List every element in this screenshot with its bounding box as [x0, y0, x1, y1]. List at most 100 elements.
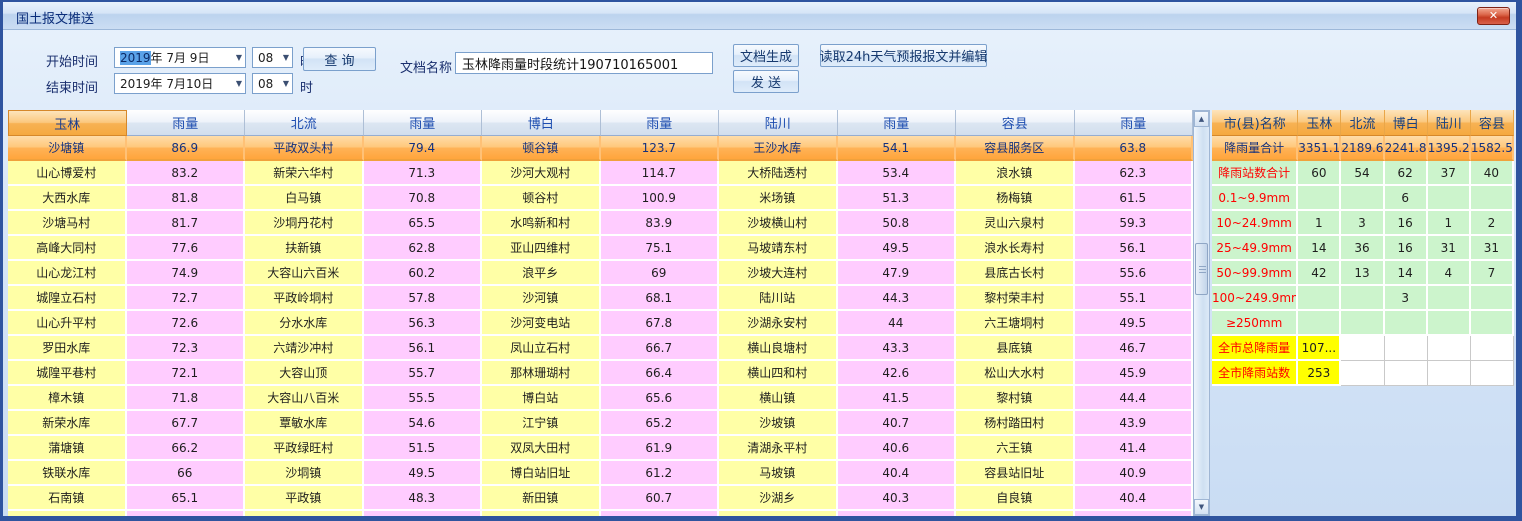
- cell-rain-value[interactable]: [838, 511, 957, 516]
- cell-site-name[interactable]: 沙坡横山村: [719, 211, 838, 236]
- column-header-rainfall[interactable]: 雨量: [838, 110, 957, 136]
- cell-rain-value[interactable]: 72.6: [127, 311, 246, 336]
- cell-rain-value[interactable]: 55.7: [364, 361, 483, 386]
- start-hour-select[interactable]: 08 ▼: [252, 47, 293, 68]
- cell-rain-value[interactable]: 72.3: [127, 336, 246, 361]
- cell-site-name[interactable]: 马坡镇: [719, 461, 838, 486]
- cell-rain-value[interactable]: 53.4: [838, 161, 957, 186]
- cell-rain-value[interactable]: 56.1: [364, 336, 483, 361]
- cell-rain-value[interactable]: 71.3: [364, 161, 483, 186]
- cell-rain-value[interactable]: [364, 511, 483, 516]
- cell-site-name[interactable]: 六王塘垌村: [956, 311, 1075, 336]
- cell-site-name[interactable]: 大容山八百米: [245, 386, 364, 411]
- end-hour-select[interactable]: 08 ▼: [252, 73, 293, 94]
- cell-rain-value[interactable]: 40.4: [838, 461, 957, 486]
- cell-site-name[interactable]: 容县站旧址: [956, 461, 1075, 486]
- cell-site-name[interactable]: [245, 511, 364, 516]
- cell-site-name[interactable]: 城隍立石村: [8, 286, 127, 311]
- cell-site-name[interactable]: 樟木镇: [8, 386, 127, 411]
- cell-site-name[interactable]: 陆川站: [719, 286, 838, 311]
- cell-site-name[interactable]: 沙垌丹花村: [245, 211, 364, 236]
- cell-site-name[interactable]: [482, 511, 601, 516]
- cell-rain-value[interactable]: 83.9: [601, 211, 720, 236]
- cell-site-name[interactable]: 沙河大观村: [482, 161, 601, 186]
- cell-rain-value[interactable]: 50.8: [838, 211, 957, 236]
- cell-site-name[interactable]: 大西水库: [8, 186, 127, 211]
- cell-site-name[interactable]: 分水水库: [245, 311, 364, 336]
- scroll-down-button[interactable]: ▼: [1194, 499, 1209, 515]
- cell-rain-value[interactable]: 79.4: [364, 136, 483, 161]
- cell-site-name[interactable]: 顿谷村: [482, 186, 601, 211]
- cell-rain-value[interactable]: 40.4: [1075, 486, 1194, 511]
- table-row-selected[interactable]: 沙塘镇86.9平政双头村79.4顿谷镇123.7王沙水库54.1容县服务区63.…: [8, 136, 1193, 161]
- cell-rain-value[interactable]: 44.3: [838, 286, 957, 311]
- column-header-district[interactable]: 容县: [956, 110, 1075, 136]
- cell-site-name[interactable]: 平政绿旺村: [245, 436, 364, 461]
- cell-rain-value[interactable]: 77.6: [127, 236, 246, 261]
- cell-site-name[interactable]: 大容山顶: [245, 361, 364, 386]
- cell-rain-value[interactable]: [127, 511, 246, 516]
- cell-rain-value[interactable]: 62.8: [364, 236, 483, 261]
- cell-site-name[interactable]: 浪水长寿村: [956, 236, 1075, 261]
- column-header-rainfall[interactable]: 雨量: [364, 110, 483, 136]
- cell-rain-value[interactable]: 47.9: [838, 261, 957, 286]
- cell-rain-value[interactable]: 86.9: [127, 136, 246, 161]
- cell-rain-value[interactable]: 72.1: [127, 361, 246, 386]
- table-row[interactable]: 罗田水库72.3六靖沙冲村56.1凤山立石村66.7横山良塘村43.3县底镇46…: [8, 336, 1193, 361]
- cell-rain-value[interactable]: 49.5: [364, 461, 483, 486]
- cell-rain-value[interactable]: 61.5: [1075, 186, 1194, 211]
- cell-site-name[interactable]: 铁联水库: [8, 461, 127, 486]
- cell-rain-value[interactable]: 66.2: [127, 436, 246, 461]
- cell-rain-value[interactable]: 54.6: [364, 411, 483, 436]
- cell-rain-value[interactable]: 100.9: [601, 186, 720, 211]
- cell-site-name[interactable]: 横山四和村: [719, 361, 838, 386]
- cell-site-name[interactable]: 沙湖永安村: [719, 311, 838, 336]
- cell-site-name[interactable]: 亚山四维村: [482, 236, 601, 261]
- cell-site-name[interactable]: 杨梅镇: [956, 186, 1075, 211]
- cell-site-name[interactable]: 平政双头村: [245, 136, 364, 161]
- cell-rain-value[interactable]: 66.4: [601, 361, 720, 386]
- cell-rain-value[interactable]: 40.7: [838, 411, 957, 436]
- cell-site-name[interactable]: 沙河镇: [482, 286, 601, 311]
- cell-rain-value[interactable]: 44.4: [1075, 386, 1194, 411]
- cell-rain-value[interactable]: 62.3: [1075, 161, 1194, 186]
- cell-rain-value[interactable]: 59.3: [1075, 211, 1194, 236]
- cell-site-name[interactable]: 沙塘马村: [8, 211, 127, 236]
- cell-site-name[interactable]: 浪水镇: [956, 161, 1075, 186]
- cell-rain-value[interactable]: 51.5: [364, 436, 483, 461]
- column-header-rainfall[interactable]: 雨量: [1075, 110, 1194, 136]
- cell-site-name[interactable]: 水鸣新和村: [482, 211, 601, 236]
- cell-rain-value[interactable]: 40.3: [838, 486, 957, 511]
- table-row[interactable]: 石南镇65.1平政镇48.3新田镇60.7沙湖乡40.3自良镇40.4: [8, 486, 1193, 511]
- table-row[interactable]: 大西水库81.8白马镇70.8顿谷村100.9米场镇51.3杨梅镇61.5: [8, 186, 1193, 211]
- cell-site-name[interactable]: 横山镇: [719, 386, 838, 411]
- query-button[interactable]: 查 询: [303, 47, 376, 71]
- cell-rain-value[interactable]: 68.1: [601, 286, 720, 311]
- cell-site-name[interactable]: 顿谷镇: [482, 136, 601, 161]
- scrollbar-thumb[interactable]: [1195, 243, 1208, 295]
- cell-site-name[interactable]: [956, 511, 1075, 516]
- cell-rain-value[interactable]: [1075, 511, 1194, 516]
- cell-rain-value[interactable]: 61.9: [601, 436, 720, 461]
- cell-site-name[interactable]: 白马镇: [245, 186, 364, 211]
- cell-rain-value[interactable]: 72.7: [127, 286, 246, 311]
- cell-site-name[interactable]: 横山良塘村: [719, 336, 838, 361]
- cell-rain-value[interactable]: 55.1: [1075, 286, 1194, 311]
- doc-name-input[interactable]: 玉林降雨量时段统计190710165001: [455, 52, 713, 74]
- cell-site-name[interactable]: 大容山六百米: [245, 261, 364, 286]
- cell-site-name[interactable]: 杨村踏田村: [956, 411, 1075, 436]
- table-row[interactable]: 城隍平巷村72.1大容山顶55.7那林珊瑚村66.4横山四和村42.6松山大水村…: [8, 361, 1193, 386]
- end-date-select[interactable]: 2019年 7月10日 ▼: [114, 73, 246, 94]
- cell-rain-value[interactable]: 57.8: [364, 286, 483, 311]
- column-header-rainfall[interactable]: 雨量: [601, 110, 720, 136]
- cell-site-name[interactable]: 蒲塘镇: [8, 436, 127, 461]
- cell-rain-value[interactable]: 49.5: [1075, 311, 1194, 336]
- cell-site-name[interactable]: 那林珊瑚村: [482, 361, 601, 386]
- cell-site-name[interactable]: 凤山立石村: [482, 336, 601, 361]
- cell-site-name[interactable]: [719, 511, 838, 516]
- cell-rain-value[interactable]: 43.9: [1075, 411, 1194, 436]
- cell-site-name[interactable]: 黎村镇: [956, 386, 1075, 411]
- cell-site-name[interactable]: 松山大水村: [956, 361, 1075, 386]
- cell-rain-value[interactable]: 40.9: [1075, 461, 1194, 486]
- cell-site-name[interactable]: 容县服务区: [956, 136, 1075, 161]
